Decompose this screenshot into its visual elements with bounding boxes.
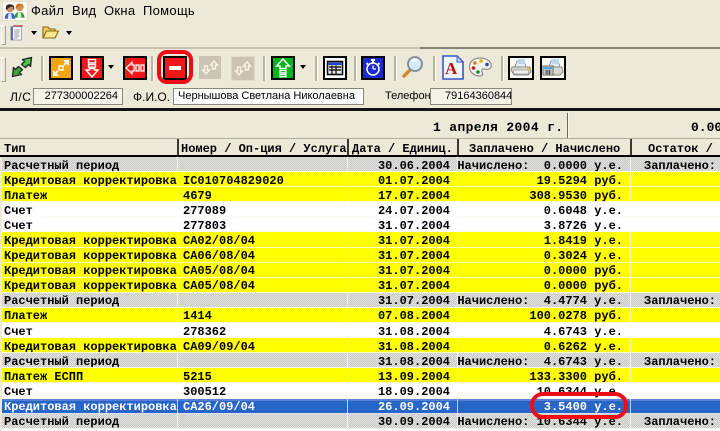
svg-text:A: A bbox=[445, 59, 458, 78]
